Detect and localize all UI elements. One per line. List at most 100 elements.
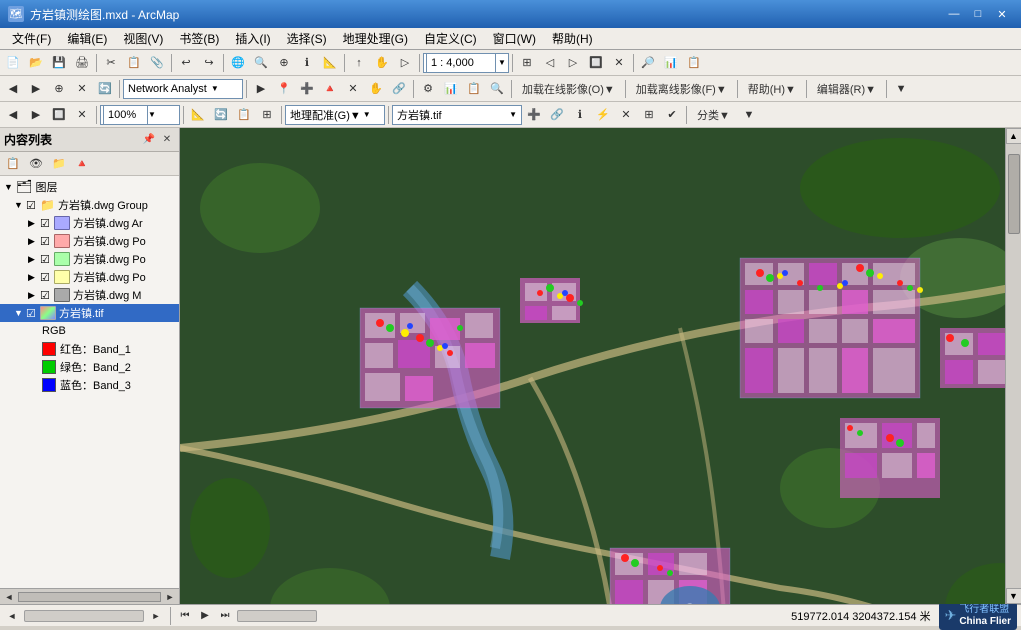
measure-button[interactable]: 📐 [319,52,341,74]
copy-button[interactable]: 📋 [123,52,145,74]
tif-info-button[interactable]: ℹ [569,104,591,126]
open-button[interactable]: 📂 [25,52,47,74]
tb3-btn8[interactable]: ⊞ [256,104,278,126]
north-arrow-button[interactable]: ↑ [348,52,370,74]
magnify-button[interactable]: 🔎 [637,52,659,74]
toc-item-group[interactable]: ▼ ☑ 📁 方岩镇.dwg Group [0,196,179,214]
po3-expand[interactable]: ▶ [28,272,40,283]
load-offline-imagery-button[interactable]: 加载离线影像(F)▼ [629,78,734,100]
menu-view[interactable]: 视图(V) [115,28,171,49]
tb3-btn6[interactable]: 🔄 [210,104,232,126]
select-features-button[interactable]: 🔲 [585,52,607,74]
group-check[interactable]: ☑ [26,199,40,212]
na-solve-button[interactable]: ▶ [250,78,272,100]
toc-item-m[interactable]: ▶ ☑ 方岩镇.dwg M [0,286,179,304]
tb2-btn4[interactable]: ✕ [71,78,93,100]
save-button[interactable]: 💾 [48,52,70,74]
toc-item-ar[interactable]: ▶ ☑ 方岩镇.dwg Ar [0,214,179,232]
status-scroll-right[interactable]: ► [148,609,164,623]
scale-dropdown[interactable]: 1 : 4,000 ▼ [423,53,509,73]
new-button[interactable]: 📄 [2,52,24,74]
window-controls[interactable]: — □ ✕ [943,4,1013,24]
forward-extent-button[interactable]: ▷ [562,52,584,74]
tb2-btn1[interactable]: ◀ [2,78,24,100]
na-options-button[interactable]: ⚙ [417,78,439,100]
menu-select[interactable]: 选择(S) [279,28,335,49]
toc-item-po2[interactable]: ▶ ☑ 方岩镇.dwg Po [0,250,179,268]
tif-fit-button[interactable]: ⊞ [638,104,660,126]
tb3-last[interactable]: ▼ [738,104,760,126]
po2-expand[interactable]: ▶ [28,254,40,265]
m-expand[interactable]: ▶ [28,290,40,301]
print-button[interactable]: 🖨 [71,52,93,74]
cut-button[interactable]: ✂ [100,52,122,74]
na-extra2[interactable]: 📋 [463,78,485,100]
po3-check[interactable]: ☑ [40,271,54,284]
minimize-button[interactable]: — [943,4,965,24]
tb2-btn3[interactable]: ⊕ [48,78,70,100]
zoom-pct-dropdown[interactable]: 100% ▼ [100,105,180,125]
play-next-button[interactable]: ⏭ [217,609,233,623]
menu-geoprocessing[interactable]: 地理处理(G) [335,28,416,49]
layers-expand-icon[interactable]: ▼ [4,182,16,192]
classify-dropdown-button[interactable]: 分类▼ [690,104,737,126]
tif-file-dropdown[interactable]: 方岩镇.tif ▼ [392,105,522,125]
tif-add-button[interactable]: ➕ [523,104,545,126]
back-extent-button[interactable]: ◁ [539,52,561,74]
load-online-imagery-button[interactable]: 加载在线影像(O)▼ [515,78,622,100]
full-extent-button[interactable]: ⊞ [516,52,538,74]
map-area[interactable]: Gr ▲ ▼ [180,128,1021,604]
menu-bookmarks[interactable]: 书签(B) [171,28,227,49]
toc-list-btn[interactable]: 📋 [2,153,24,175]
toc-visible-btn[interactable]: 👁 [25,153,47,175]
po1-check[interactable]: ☑ [40,235,54,248]
tb3-btn4[interactable]: ✕ [71,104,93,126]
po1-expand[interactable]: ▶ [28,236,40,247]
zoom-to-full-button[interactable]: 🌐 [227,52,249,74]
na-select-button[interactable]: 🔺 [319,78,341,100]
undo-button[interactable]: ↩ [175,52,197,74]
menu-file[interactable]: 文件(F) [4,28,59,49]
status-scroll-left[interactable]: ◄ [4,609,20,623]
m-check[interactable]: ☑ [40,289,54,302]
menu-insert[interactable]: 插入(I) [227,28,278,49]
zoom-input[interactable]: 100% [103,105,148,125]
ar-check[interactable]: ☑ [40,217,54,230]
play-button[interactable]: ⏮ [177,609,193,623]
scrollbar-down-button[interactable]: ▼ [1006,588,1021,604]
toc-close-button[interactable]: ✕ [159,132,175,148]
na-delete-button[interactable]: ✕ [342,78,364,100]
toc-scroll-track[interactable] [18,592,161,602]
toc-item-po1[interactable]: ▶ ☑ 方岩镇.dwg Po [0,232,179,250]
redo-button[interactable]: ↪ [198,52,220,74]
tif-check[interactable]: ☑ [26,307,40,320]
tb3-btn3[interactable]: 🔲 [48,104,70,126]
na-directions-button[interactable]: 📍 [273,78,295,100]
tb2-last[interactable]: ▼ [890,78,912,100]
geo-config-dropdown[interactable]: 地理配准(G)▼ ▼ [285,105,385,125]
toc-pin-button[interactable]: 📌 [141,132,157,148]
clear-selection-button[interactable]: ✕ [608,52,630,74]
na-add-button[interactable]: ➕ [296,78,318,100]
toc-select-btn[interactable]: 🔺 [71,153,93,175]
close-button[interactable]: ✕ [991,4,1013,24]
pan-button[interactable]: ✋ [371,52,393,74]
group-expand-icon[interactable]: ▼ [14,200,26,210]
play-play-button[interactable]: ▶ [197,609,213,623]
tif-check-button[interactable]: ✔ [661,104,683,126]
toc-item-po3[interactable]: ▶ ☑ 方岩镇.dwg Po [0,268,179,286]
tb3-btn5[interactable]: 📐 [187,104,209,126]
toc-item-tif[interactable]: ▼ ☑ 方岩镇.tif [0,304,179,322]
tb2-btn2[interactable]: ▶ [25,78,47,100]
identify-button[interactable]: ℹ [296,52,318,74]
map-bottom-scroll2[interactable] [237,610,317,622]
scrollbar-thumb[interactable] [1008,154,1020,234]
paste-button[interactable]: 📎 [146,52,168,74]
toc-scroll-right[interactable]: ► [163,590,177,604]
menu-help[interactable]: 帮助(H) [544,28,601,49]
na-snap-button[interactable]: 🔗 [388,78,410,100]
map-vertical-scrollbar[interactable]: ▲ ▼ [1005,128,1021,604]
attribute-button[interactable]: 📋 [683,52,705,74]
map-horizontal-scrollbar[interactable] [24,610,144,622]
tb3-btn2[interactable]: ▶ [25,104,47,126]
